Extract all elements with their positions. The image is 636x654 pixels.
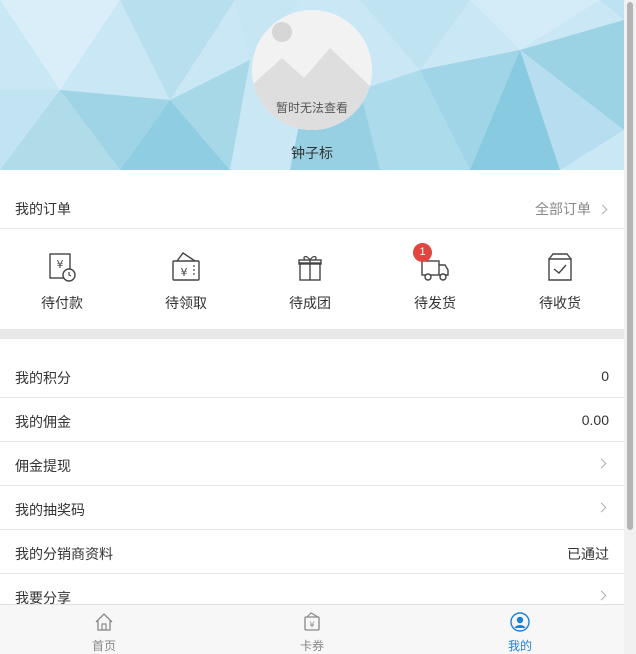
svg-text:¥: ¥ <box>57 258 64 271</box>
menu-item-points[interactable]: 我的积分 0 <box>0 354 624 398</box>
pending-group-gift-icon <box>298 255 322 281</box>
chevron-right-icon <box>597 204 608 215</box>
pending-receipt-box-icon <box>548 253 572 281</box>
menu-list: 我的积分 0 我的佣金 0.00 佣金提现 我的抽奖码 我的分销商资料 已通过 … <box>0 354 624 618</box>
avatar[interactable]: 暂时无法查看 <box>252 10 372 130</box>
user-icon <box>510 612 530 632</box>
tab-label: 我的 <box>507 639 532 653</box>
chevron-right-icon <box>596 590 607 601</box>
status-pending-receipt[interactable]: 待收货 <box>498 229 622 329</box>
status-label: 待领取 <box>165 295 207 311</box>
pending-payment-icon: ¥ <box>49 253 76 282</box>
scrollbar-thumb[interactable] <box>627 2 633 530</box>
status-label: 待发货 <box>414 295 456 311</box>
points-value: 0 <box>601 368 609 384</box>
all-orders-link[interactable]: 全部订单 <box>535 199 608 219</box>
bottom-tab-bar: 首页 ¥ 卡券 我的 <box>0 604 624 654</box>
distributor-status-value: 已通过 <box>567 546 609 562</box>
tab-label: 首页 <box>91 639 116 653</box>
status-pending-pickup[interactable]: ¥ 待领取 <box>124 229 248 329</box>
pending-pickup-icon: ¥ <box>172 252 200 281</box>
home-icon <box>95 613 113 631</box>
coupon-icon: ¥ <box>304 612 320 631</box>
section-divider <box>0 329 624 339</box>
menu-item-lottery-code[interactable]: 我的抽奖码 <box>0 486 624 530</box>
avatar-caption: 暂时无法查看 <box>275 101 348 115</box>
menu-item-label: 佣金提现 <box>15 458 71 474</box>
commission-value: 0.00 <box>581 412 609 428</box>
menu-item-withdraw[interactable]: 佣金提现 <box>0 442 624 486</box>
status-pending-shipment[interactable]: 1 待发货 <box>373 229 497 329</box>
svg-text:¥: ¥ <box>309 621 314 630</box>
tab-label: 卡券 <box>299 639 324 653</box>
menu-item-distributor-info[interactable]: 我的分销商资料 已通过 <box>0 530 624 574</box>
status-label: 待成团 <box>289 295 331 311</box>
svg-text:¥: ¥ <box>181 266 188 279</box>
shipment-count-badge: 1 <box>413 243 432 262</box>
status-pending-payment[interactable]: ¥ 待付款 <box>0 229 124 329</box>
tab-mine[interactable]: 我的 <box>416 605 624 654</box>
my-orders-title: 我的订单 <box>15 201 71 217</box>
chevron-right-icon <box>596 458 607 469</box>
status-label: 待付款 <box>41 295 83 311</box>
tab-home[interactable]: 首页 <box>0 605 208 654</box>
menu-item-label: 我的抽奖码 <box>15 502 85 518</box>
my-orders-header: 我的订单 全部订单 <box>0 186 624 229</box>
menu-item-label: 我的分销商资料 <box>15 546 113 562</box>
menu-item-label: 我的积分 <box>15 370 71 386</box>
username: 钟子标 <box>291 145 333 161</box>
status-pending-group[interactable]: 待成团 <box>248 229 372 329</box>
status-label: 待收货 <box>539 295 581 311</box>
all-orders-label: 全部订单 <box>535 201 591 217</box>
profile-header: 暂时无法查看 钟子标 <box>0 0 624 170</box>
order-status-row: ¥ 待付款 ¥ 待领取 待成团 1 待发货 待收货 <box>0 229 624 329</box>
menu-item-label: 我的佣金 <box>15 414 71 430</box>
chevron-right-icon <box>596 502 607 513</box>
menu-item-commission[interactable]: 我的佣金 0.00 <box>0 398 624 442</box>
tab-coupons[interactable]: ¥ 卡券 <box>208 605 416 654</box>
page: 暂时无法查看 钟子标 我的订单 全部订单 ¥ 待付款 ¥ 待领取 待成团 1 待… <box>0 0 624 654</box>
vertical-scrollbar[interactable] <box>624 0 636 654</box>
